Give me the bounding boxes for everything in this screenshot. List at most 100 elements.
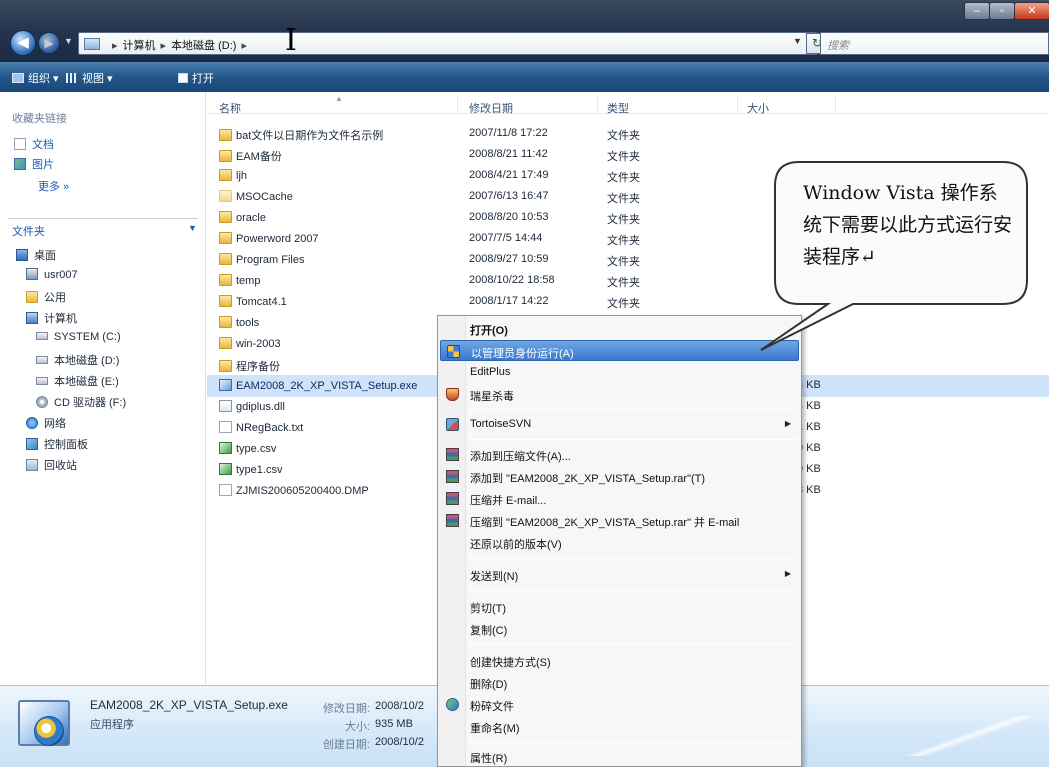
menu-item-tortoisesvn[interactable]: TortoiseSVN ▶ [440, 414, 799, 435]
close-button[interactable]: ✕ [1014, 2, 1049, 20]
menu-item-label: 发送到(N) [470, 571, 519, 583]
csv-icon [219, 463, 232, 475]
address-bar[interactable]: ▸ 计算机 ▸ 本地磁盘 (D:) ▸ [78, 32, 818, 55]
menu-item-add-to-rar[interactable]: 添加到 "EAM2008_2K_XP_VISTA_Setup.rar"(T) [440, 466, 799, 487]
menu-item-compress-rar-email[interactable]: 压缩到 "EAM2008_2K_XP_VISTA_Setup.rar" 并 E-… [440, 510, 799, 531]
organize-button[interactable]: 组织 ▾ [12, 70, 59, 86]
menu-item-run-as-admin[interactable]: 以管理员身份运行(A) [440, 340, 799, 361]
menu-item-add-to-archive[interactable]: 添加到压缩文件(A)... [440, 444, 799, 465]
network-icon [26, 417, 38, 429]
views-button[interactable]: 视图 ▾ [66, 70, 113, 86]
column-divider[interactable] [597, 96, 598, 114]
desktop-icon [16, 249, 28, 261]
file-name: EAM2008_2K_XP_VISTA_Setup.exe [219, 379, 417, 392]
tree-item-drive-e[interactable]: 本地磁盘 (E:) [36, 373, 119, 389]
file-date: 2008/1/17 14:22 [469, 295, 549, 307]
address-history-dropdown[interactable]: ▼ [793, 36, 802, 46]
file-name: ljh [219, 169, 247, 182]
nav-link-documents[interactable]: 文档 [14, 136, 54, 152]
details-file-name: EAM2008_2K_XP_VISTA_Setup.exe [90, 698, 288, 712]
forward-button[interactable]: ▶ [38, 32, 60, 54]
file-name-label: win-2003 [236, 338, 281, 350]
menu-item-create-shortcut[interactable]: 创建快捷方式(S) [440, 650, 799, 671]
tree-item-label: 本地磁盘 (D:) [54, 355, 120, 367]
menu-item-restore-previous[interactable]: 还原以前的版本(V) [440, 532, 799, 553]
column-divider[interactable] [737, 96, 738, 114]
file-name-label: oracle [236, 212, 266, 224]
tree-item-drive-d[interactable]: 本地磁盘 (D:) [36, 352, 119, 368]
tree-item-computer[interactable]: 计算机 [26, 310, 77, 326]
column-header-date[interactable]: 修改日期 [469, 100, 513, 116]
open-button[interactable]: 打开 [178, 70, 214, 86]
tree-item-public[interactable]: 公用 [26, 289, 66, 305]
antivirus-icon [446, 388, 459, 401]
menu-separator [468, 439, 798, 440]
column-divider[interactable] [457, 96, 458, 114]
tree-item-label: 回收站 [44, 460, 77, 472]
file-row[interactable]: bat文件以日期作为文件名示例 2007/11/8 17:22 文件夹 [207, 123, 1049, 145]
maximize-button[interactable]: ▫ [989, 2, 1015, 20]
documents-icon [14, 138, 26, 150]
column-header-name[interactable]: 名称 [219, 100, 241, 116]
tree-item-recycle-bin[interactable]: 回收站 [26, 457, 77, 473]
installer-badge-icon [34, 716, 64, 746]
column-header-size[interactable]: 大小 [747, 100, 769, 116]
menu-item-shred[interactable]: 粉碎文件 [440, 694, 799, 715]
menu-item-compress-email[interactable]: 压缩并 E-mail... [440, 488, 799, 509]
file-type: 文件夹 [607, 256, 640, 268]
column-headers: 名称 ▲ 修改日期 类型 大小 [207, 94, 1049, 116]
search-input[interactable]: 搜索 [820, 32, 1049, 55]
file-type: 文件夹 [607, 235, 640, 247]
recent-pages-dropdown[interactable]: ▼ [64, 36, 76, 48]
menu-item-send-to[interactable]: 发送到(N) ▶ [440, 564, 799, 585]
context-menu: 打开(O) 以管理员身份运行(A) EditPlus 瑞星杀毒 Tortoise… [437, 315, 802, 767]
folders-heading[interactable]: 文件夹 [12, 223, 45, 239]
tree-item-desktop[interactable]: 桌面 [16, 247, 56, 263]
pictures-icon [14, 158, 26, 170]
menu-item-rename[interactable]: 重命名(M) [440, 716, 799, 737]
column-divider[interactable] [835, 96, 836, 114]
back-button[interactable]: ◀ [10, 30, 36, 56]
menu-item-antivirus[interactable]: 瑞星杀毒 [440, 384, 799, 405]
file-name-label: type.csv [236, 443, 277, 455]
navigation-pane: 收藏夹链接 文档 图片 更多 » 文件夹 ▼ 桌面 usr007 公用 计算机 … [0, 92, 206, 685]
nav-link-pictures[interactable]: 图片 [14, 156, 54, 172]
breadcrumb-separator: ▸ [112, 40, 118, 52]
tree-item-control-panel[interactable]: 控制面板 [26, 436, 88, 452]
tree-item-usr007[interactable]: usr007 [26, 268, 78, 281]
tree-item-label: SYSTEM (C:) [54, 331, 121, 343]
menu-item-cut[interactable]: 剪切(T) [440, 596, 799, 617]
menu-item-properties[interactable]: 属性(R) [440, 746, 799, 767]
menu-item-label: 压缩到 "EAM2008_2K_XP_VISTA_Setup.rar" 并 E-… [470, 517, 740, 529]
control-panel-icon [26, 438, 38, 450]
divider [8, 218, 198, 219]
views-label: 视图 ▾ [82, 73, 113, 85]
tree-item-network[interactable]: 网络 [26, 415, 66, 431]
file-name: ZJMIS200605200400.DMP [219, 484, 369, 497]
file-name-label: Program Files [236, 254, 305, 266]
views-icon [66, 73, 78, 83]
nav-link-label: 图片 [32, 159, 54, 171]
csv-icon [219, 442, 232, 454]
column-header-type[interactable]: 类型 [607, 100, 629, 116]
winrar-icon [446, 514, 459, 527]
details-file-type: 应用程序 [90, 719, 134, 731]
tree-item-drive-c[interactable]: SYSTEM (C:) [36, 331, 121, 343]
menu-item-delete[interactable]: 删除(D) [440, 672, 799, 693]
file-name-label: NRegBack.txt [236, 422, 304, 434]
menu-item-open[interactable]: 打开(O) [440, 318, 799, 339]
file-name: type1.csv [219, 463, 282, 476]
chevron-down-icon[interactable]: ▼ [188, 223, 197, 233]
menu-item-editplus[interactable]: EditPlus [440, 362, 799, 383]
command-bar: 组织 ▾ 视图 ▾ 打开 [0, 62, 1049, 92]
minimize-button[interactable]: – [964, 2, 990, 20]
breadcrumb-drive-d[interactable]: 本地磁盘 (D:) [171, 40, 236, 52]
tree-item-label: 控制面板 [44, 439, 88, 451]
tree-item-cd-drive[interactable]: CD 驱动器 (F:) [36, 394, 126, 410]
more-links[interactable]: 更多 » [38, 178, 69, 194]
window-controls: – ▫ ✕ [964, 2, 1049, 22]
menu-item-copy[interactable]: 复制(C) [440, 618, 799, 639]
breadcrumb-computer[interactable]: 计算机 [123, 40, 156, 52]
computer-icon [84, 38, 100, 50]
file-date: 2008/9/27 10:59 [469, 253, 549, 265]
